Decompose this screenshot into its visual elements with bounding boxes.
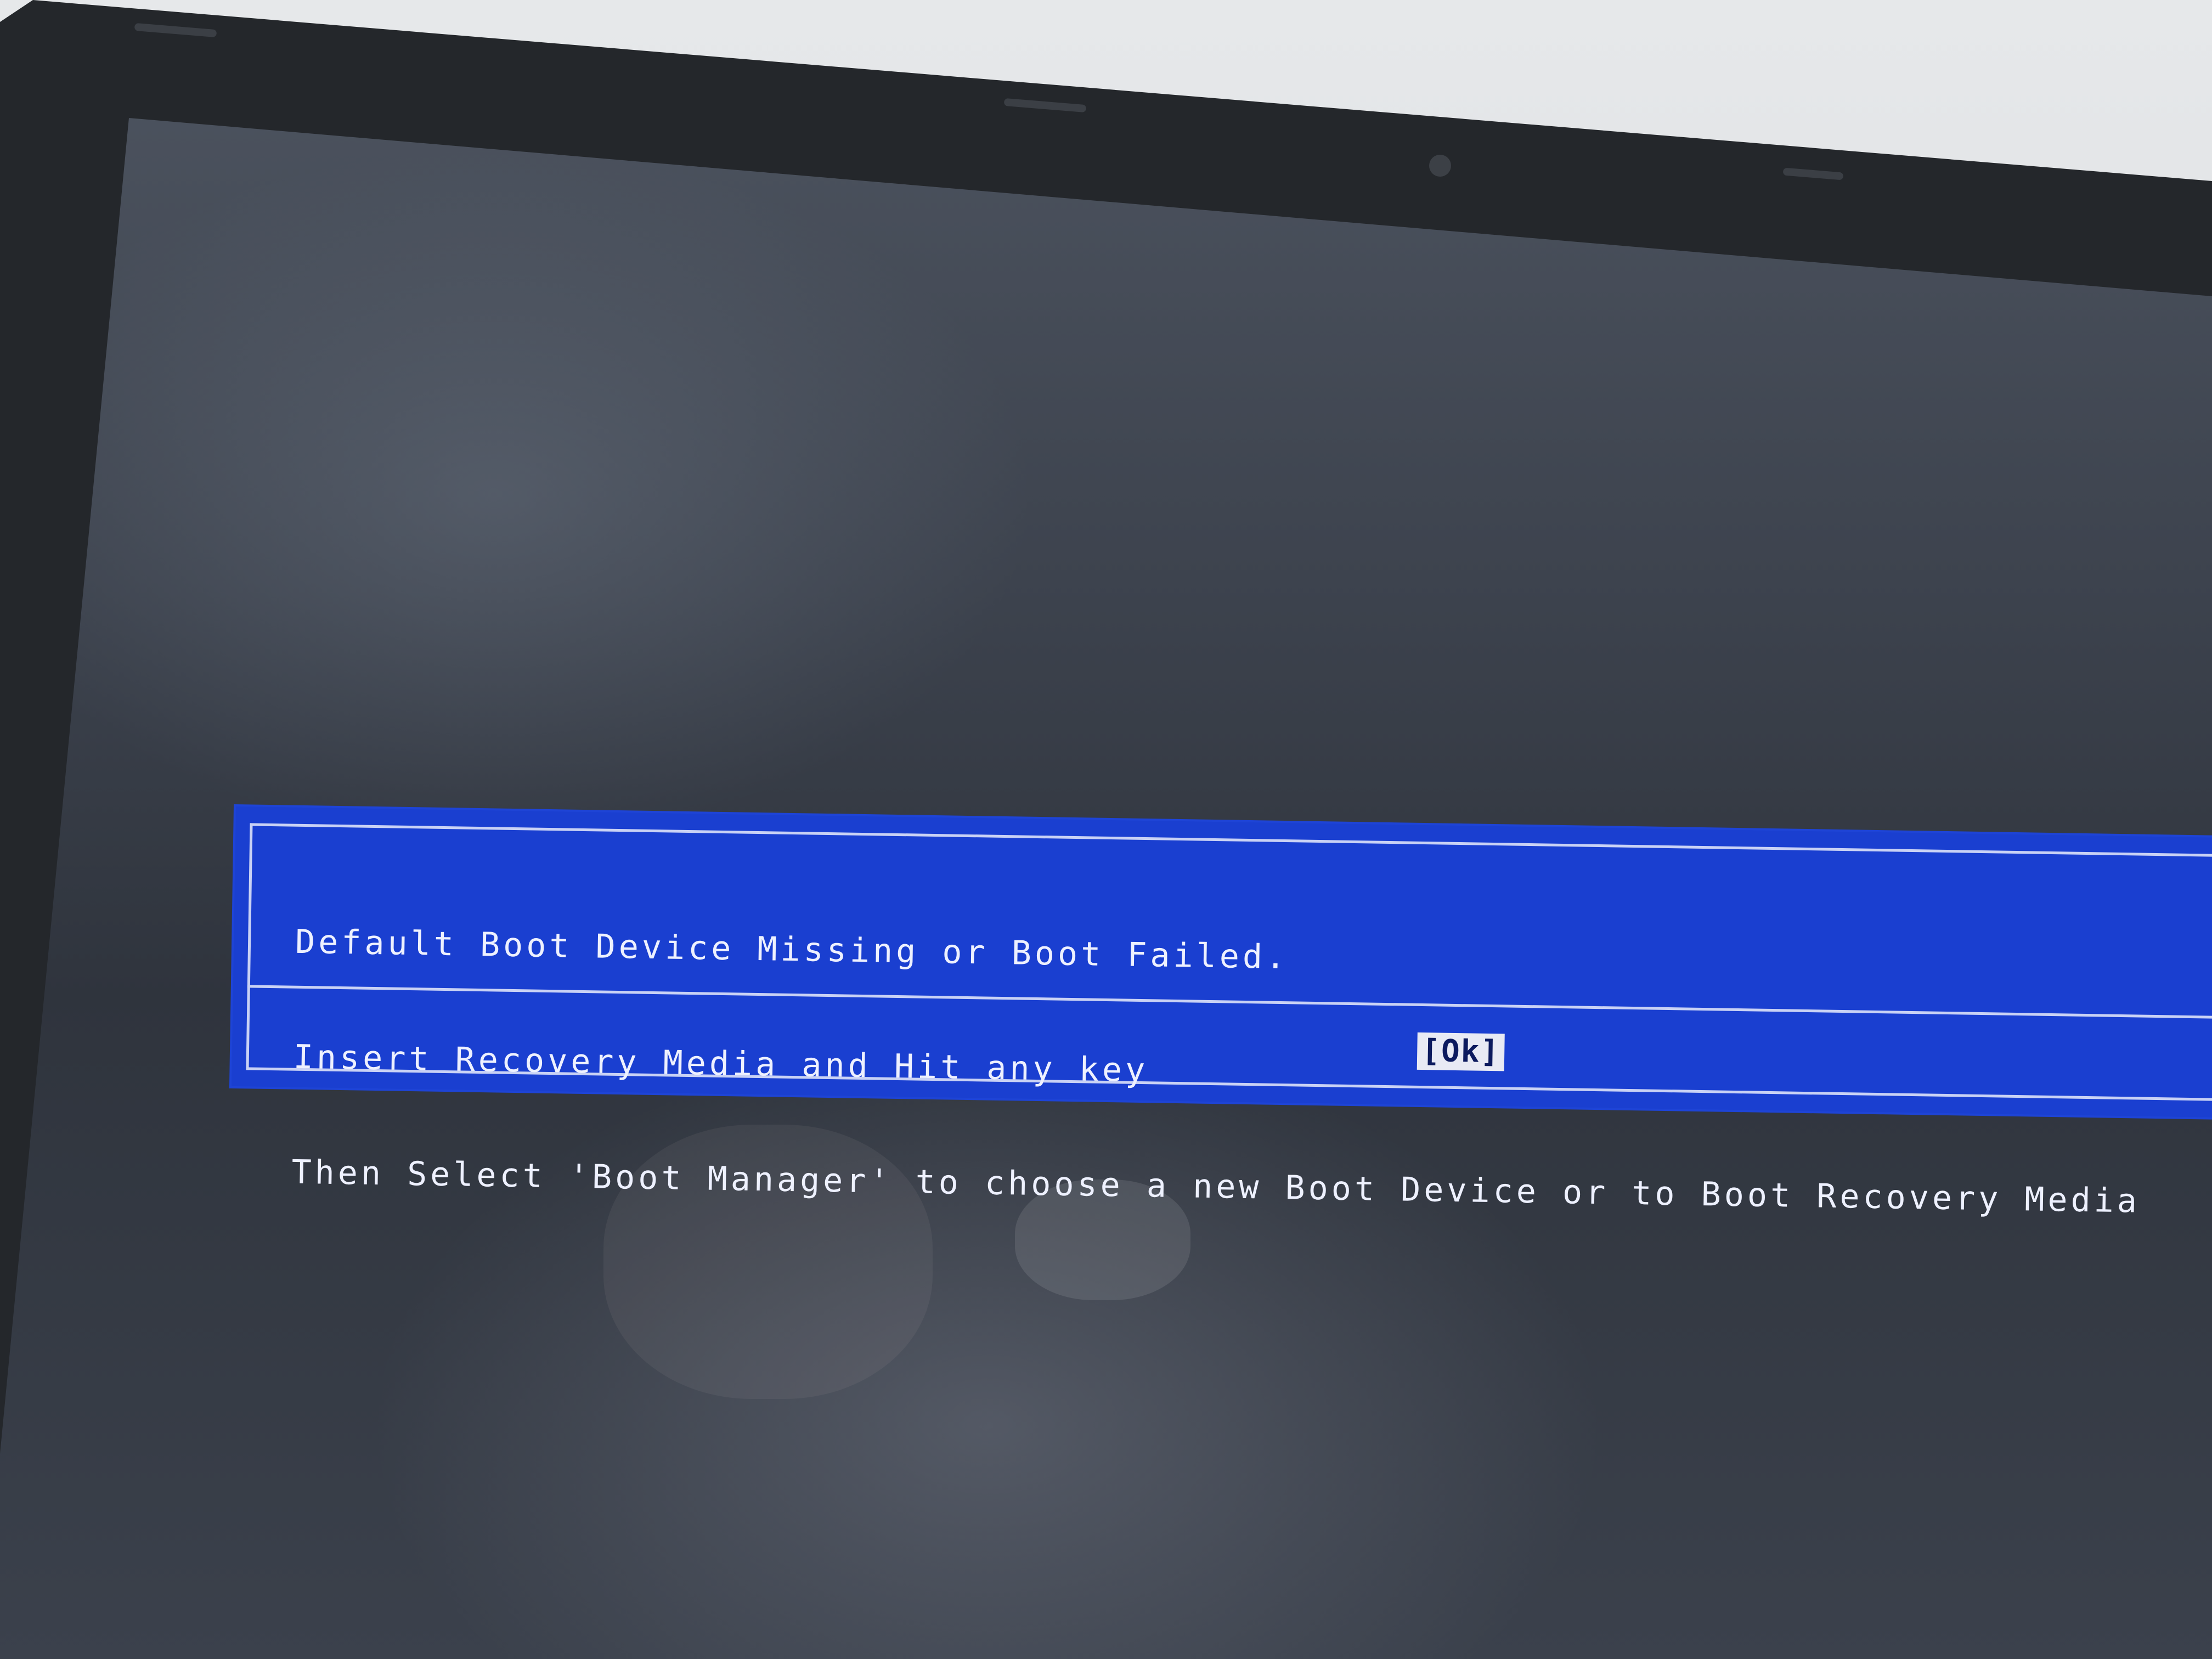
boot-error-dialog: Default Boot Device Missing or Boot Fail… <box>231 806 2212 1221</box>
photo-scene: Default Boot Device Missing or Boot Fail… <box>0 0 2212 1659</box>
error-message-line: Then Select 'Boot Manager' to choose a n… <box>291 1153 2141 1221</box>
error-message-line: Default Boot Device Missing or Boot Fail… <box>295 922 1289 977</box>
webcam-icon <box>1429 155 1451 177</box>
ok-button[interactable]: [Ok] <box>1417 1032 1505 1071</box>
error-message-line: Insert Recovery Media and Hit any key <box>293 1037 1149 1090</box>
error-message: Default Boot Device Missing or Boot Fail… <box>290 846 2146 1297</box>
